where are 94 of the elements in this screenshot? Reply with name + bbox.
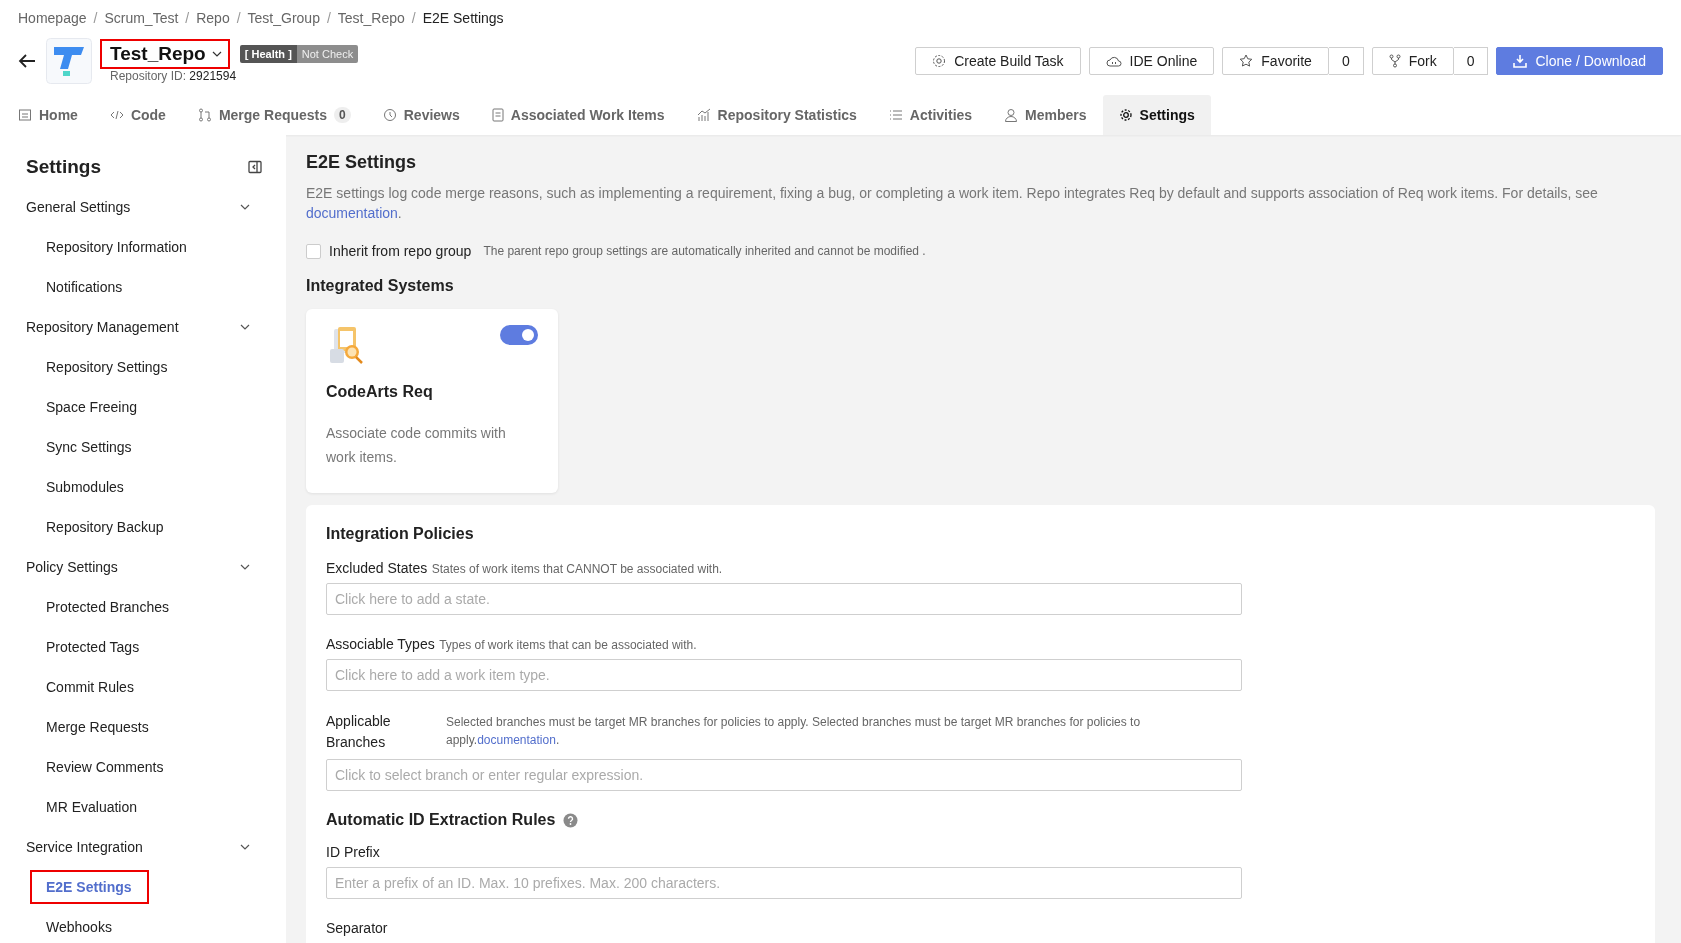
nav-tab[interactable]: Settings (1102, 95, 1211, 135)
field-label: Applicable Branches (326, 712, 392, 752)
clone-download-button[interactable]: Clone / Download (1496, 47, 1663, 75)
nav-tab[interactable]: Associated Work Items (475, 95, 681, 135)
sidebar-group[interactable]: Policy Settings (0, 547, 286, 587)
count-label: 0 (1453, 47, 1489, 75)
sidebar-item[interactable]: Protected Branches (30, 590, 186, 624)
sidebar-title: Settings (26, 156, 101, 178)
health-badge: [ Health ] (239, 45, 297, 63)
sidebar-item[interactable]: Sync Settings (30, 430, 149, 464)
sidebar-item[interactable]: Repository Backup (30, 510, 181, 544)
settings-icon (932, 54, 947, 68)
settings-icon (1118, 108, 1133, 122)
nav-tab[interactable]: Members (988, 95, 1103, 135)
action-button[interactable]: Favorite (1222, 47, 1329, 75)
sidebar-item[interactable]: Repository Settings (30, 350, 185, 384)
star-icon (1239, 54, 1254, 68)
collapse-panel-icon[interactable] (248, 160, 262, 174)
sidebar-item[interactable]: Webhooks (30, 910, 129, 943)
repo-logo-icon (46, 38, 92, 84)
system-name: CodeArts Req (326, 383, 434, 401)
sidebar-item[interactable]: E2E Settings (30, 870, 149, 904)
inherit-note: The parent repo group settings are automatically inherited and cannot be modified . (483, 244, 926, 258)
breadcrumb-separator: / (185, 10, 190, 28)
action-button[interactable]: IDE Online (1088, 47, 1215, 75)
section-title: Automatic ID Extraction Rules (326, 811, 556, 829)
nav-tab[interactable]: Repository Statistics (680, 95, 873, 135)
list-icon (888, 109, 903, 121)
system-description: Associate code commits with work items. (326, 424, 507, 467)
list-document-icon (491, 108, 504, 122)
documentation-link[interactable]: documentation (477, 733, 556, 747)
field-hint: Selected branches must be target MR branches for policies to apply. Selected branches must be target MR branches for policies to apply.documentation. (446, 714, 1142, 749)
field-label: Excluded States (326, 560, 428, 576)
nav-tab[interactable]: Reviews (366, 95, 476, 135)
section-title: Integration Policies (326, 525, 475, 543)
user-icon (1004, 108, 1019, 122)
nav-tab[interactable]: Merge Requests 0 (181, 95, 367, 135)
sidebar-item[interactable]: MR Evaluation (30, 790, 155, 824)
repo-name-dropdown[interactable]: Test_Repo (100, 39, 230, 69)
nav-tab[interactable]: Code (93, 95, 182, 135)
caret-icon (211, 51, 222, 57)
breadcrumb-link[interactable]: Repo (196, 10, 230, 28)
sidebar-item[interactable]: Review Comments (30, 750, 181, 784)
help-icon[interactable] (563, 812, 579, 828)
sidebar-item[interactable]: Merge Requests (30, 710, 166, 744)
input-field[interactable]: Click here to add a work item type. (326, 659, 1242, 691)
count-badge: 0 (334, 107, 351, 123)
breadcrumb-link[interactable]: Test_Group (247, 10, 320, 28)
sidebar-item[interactable]: Commit Rules (30, 670, 151, 704)
count-label: 0 (1328, 47, 1364, 75)
input-field[interactable]: Click to select branch or enter regular expression. (326, 759, 1242, 791)
action-button[interactable]: Create Build Task (915, 47, 1081, 75)
field-hint: Types of work items that can be associated with. (439, 638, 697, 652)
sidebar-group[interactable]: Service Integration (0, 827, 286, 867)
breadcrumb-link[interactable]: Scrum_Test (104, 10, 179, 28)
health-status: Not Check (296, 45, 359, 63)
input-field[interactable]: Enter a prefix of an ID. Max. 10 prefixes. Max. 200 characters. (326, 867, 1242, 899)
sidebar-item[interactable]: Space Freeing (30, 390, 155, 424)
chart-icon (696, 108, 711, 122)
clock-icon (382, 108, 397, 122)
breadcrumb-separator: / (326, 10, 331, 28)
input-field[interactable]: Click here to add a state. (326, 583, 1242, 615)
breadcrumb-separator: / (93, 10, 98, 28)
sidebar-item[interactable]: Repository Information (30, 230, 204, 264)
field-label: Separator (326, 920, 388, 936)
documentation-link[interactable]: documentation (306, 205, 398, 221)
sidebar-item[interactable]: Notifications (30, 270, 140, 304)
field-label: Associable Types (326, 636, 435, 652)
checkbox-label: Inherit from repo group (329, 243, 472, 259)
document-icon (18, 108, 32, 122)
field-label: ID Prefix (326, 844, 380, 860)
checkbox[interactable] (306, 243, 321, 259)
nav-tab[interactable]: Activities (872, 95, 989, 135)
fork-icon (1388, 54, 1401, 68)
breadcrumb-link[interactable]: Test_Repo (337, 10, 405, 28)
sidebar-item[interactable]: Protected Tags (30, 630, 157, 664)
sidebar-group[interactable]: General Settings (0, 187, 286, 227)
merge-request-icon (197, 108, 212, 122)
breadcrumb-separator: / (411, 10, 416, 28)
back-arrow-icon[interactable] (18, 53, 36, 69)
download-icon (1513, 54, 1528, 68)
action-button[interactable]: Fork (1371, 47, 1454, 75)
field-hint: States of work items that CANNOT be associated with. (431, 562, 723, 576)
description-text: E2E settings log code merge reasons, such as implementing a requirement, fixing a bug, or completing a work item. Repo integrates Req by default and supports association of Req work items. For details, see documentation. (306, 184, 1599, 223)
code-icon (109, 108, 124, 122)
sidebar-item[interactable]: Submodules (30, 470, 141, 504)
nav-tab[interactable]: Home (18, 95, 94, 135)
breadcrumb-link[interactable]: Homepage (18, 10, 87, 28)
page-title: E2E Settings (306, 152, 418, 173)
breadcrumb-separator: / (236, 10, 241, 28)
section-title: Integrated Systems (306, 277, 455, 295)
toggle-switch[interactable] (500, 325, 538, 345)
repository-id: Repository ID: 2921594 (110, 69, 238, 83)
sidebar-group[interactable]: Repository Management (0, 307, 286, 347)
